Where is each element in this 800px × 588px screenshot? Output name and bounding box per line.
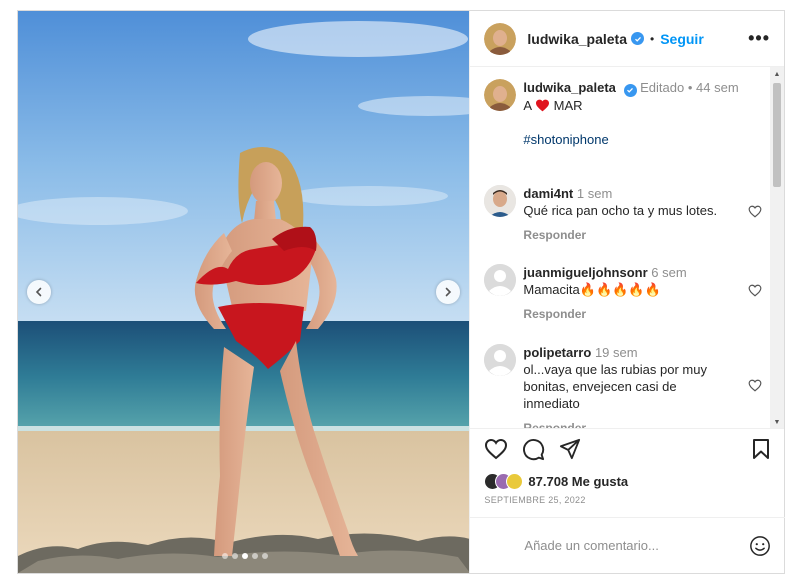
caption-username[interactable]: ludwika_paleta xyxy=(523,80,615,95)
comment-username[interactable]: juanmigueljohnsonr xyxy=(523,265,647,280)
beach-photo xyxy=(18,11,470,573)
carousel-indicator xyxy=(222,553,268,559)
scroll-up-arrow-icon[interactable]: ▲ xyxy=(770,67,784,81)
comment-username[interactable]: dami4nt xyxy=(523,186,573,201)
carousel-dot xyxy=(232,553,238,559)
liker-avatar xyxy=(506,472,524,490)
caption-text-end: MAR xyxy=(553,97,583,113)
action-bar xyxy=(470,429,784,469)
caption-hashtag-link[interactable]: #shotoniphone xyxy=(523,131,738,148)
heart-outline-icon[interactable] xyxy=(748,379,762,392)
comment-input[interactable] xyxy=(524,538,750,553)
reply-button[interactable]: Responder xyxy=(523,227,733,244)
scrollbar-thumb[interactable] xyxy=(773,83,781,187)
caption-avatar[interactable] xyxy=(484,79,517,111)
comment-avatar[interactable] xyxy=(484,264,517,296)
heart-outline-icon[interactable] xyxy=(748,284,762,297)
comment-bubble-icon xyxy=(523,438,545,460)
caption-age: 44 sem xyxy=(696,80,739,95)
reply-button[interactable]: Responder xyxy=(523,420,733,428)
share-button[interactable] xyxy=(559,438,581,460)
post-photo[interactable] xyxy=(18,11,470,573)
verified-badge-icon xyxy=(631,32,644,45)
comment-text: Qué rica pan ocho ta y mus lotes. xyxy=(523,203,718,218)
post-side-panel: ludwika_paleta • Seguir ••• ludwika_pale… xyxy=(469,11,786,573)
save-button[interactable] xyxy=(752,438,770,460)
likes-summary[interactable]: 87.708 Me gusta xyxy=(470,471,784,491)
carousel-dot xyxy=(242,553,248,559)
paper-plane-icon xyxy=(560,438,581,460)
emoji-button[interactable] xyxy=(749,535,771,557)
chevron-left-icon xyxy=(35,287,42,297)
comment-username[interactable]: polipetarro xyxy=(523,345,591,360)
previous-slide-button[interactable] xyxy=(27,280,51,304)
post-date: SEPTIEMBRE 25, 2022 xyxy=(484,495,586,505)
likes-count[interactable]: 87.708 Me gusta xyxy=(528,474,628,489)
comment-text: Mamacita🔥🔥🔥🔥🔥 xyxy=(523,282,661,297)
comment-age: 19 sem xyxy=(594,345,638,360)
comment-text: ol...vaya que las rubias por muy bonitas… xyxy=(523,362,707,411)
header-separator: • xyxy=(650,31,655,46)
smiley-icon xyxy=(750,535,771,556)
comment-avatar[interactable] xyxy=(484,344,517,376)
comment-button[interactable] xyxy=(522,438,545,461)
scroll-down-arrow-icon[interactable]: ▼ xyxy=(770,415,784,428)
carousel-dot xyxy=(262,553,268,559)
caption-text: A MAR xyxy=(523,97,738,114)
red-heart-icon xyxy=(536,99,549,111)
like-button[interactable] xyxy=(484,438,508,460)
more-options-icon[interactable]: ••• xyxy=(748,28,770,49)
comment-composer xyxy=(470,517,786,573)
verified-badge-icon xyxy=(623,83,637,97)
post-modal: ludwika_paleta • Seguir ••• ludwika_pale… xyxy=(17,10,786,574)
comment-age: 1 sem xyxy=(576,186,613,201)
reply-button[interactable]: Responder xyxy=(523,306,733,323)
comments-section[interactable]: ludwika_paleta Editado • 44 sem A MAR #s… xyxy=(470,67,784,429)
comment-item: polipetarro 19 sem ol...vaya que las rub… xyxy=(484,344,762,428)
caption-separator: • xyxy=(687,80,693,95)
comment-item: juanmigueljohnsonr 6 sem Mamacita🔥🔥🔥🔥🔥 R… xyxy=(484,264,762,323)
caption-body: ludwika_paleta Editado • 44 sem A MAR #s… xyxy=(523,79,738,148)
author-username[interactable]: ludwika_paleta xyxy=(527,31,627,47)
caption-text-start: A xyxy=(523,97,532,113)
comment-avatar[interactable] xyxy=(484,185,517,217)
carousel-dot xyxy=(222,553,228,559)
follow-button[interactable]: Seguir xyxy=(660,31,704,47)
bookmark-icon xyxy=(753,439,769,459)
caption-edited: Editado xyxy=(640,80,685,95)
comment-item: dami4nt 1 sem Qué rica pan ocho ta y mus… xyxy=(484,185,762,244)
comments-scrollbar[interactable]: ▲ ▼ xyxy=(770,67,784,428)
post-header: ludwika_paleta • Seguir ••• xyxy=(470,11,784,67)
carousel-dot xyxy=(252,553,258,559)
heart-outline-icon xyxy=(485,438,508,460)
heart-outline-icon[interactable] xyxy=(748,205,762,218)
next-slide-button[interactable] xyxy=(436,280,460,304)
author-avatar[interactable] xyxy=(484,22,517,55)
caption: ludwika_paleta Editado • 44 sem A MAR #s… xyxy=(484,79,754,148)
comment-age: 6 sem xyxy=(651,265,687,280)
chevron-right-icon xyxy=(445,287,452,297)
